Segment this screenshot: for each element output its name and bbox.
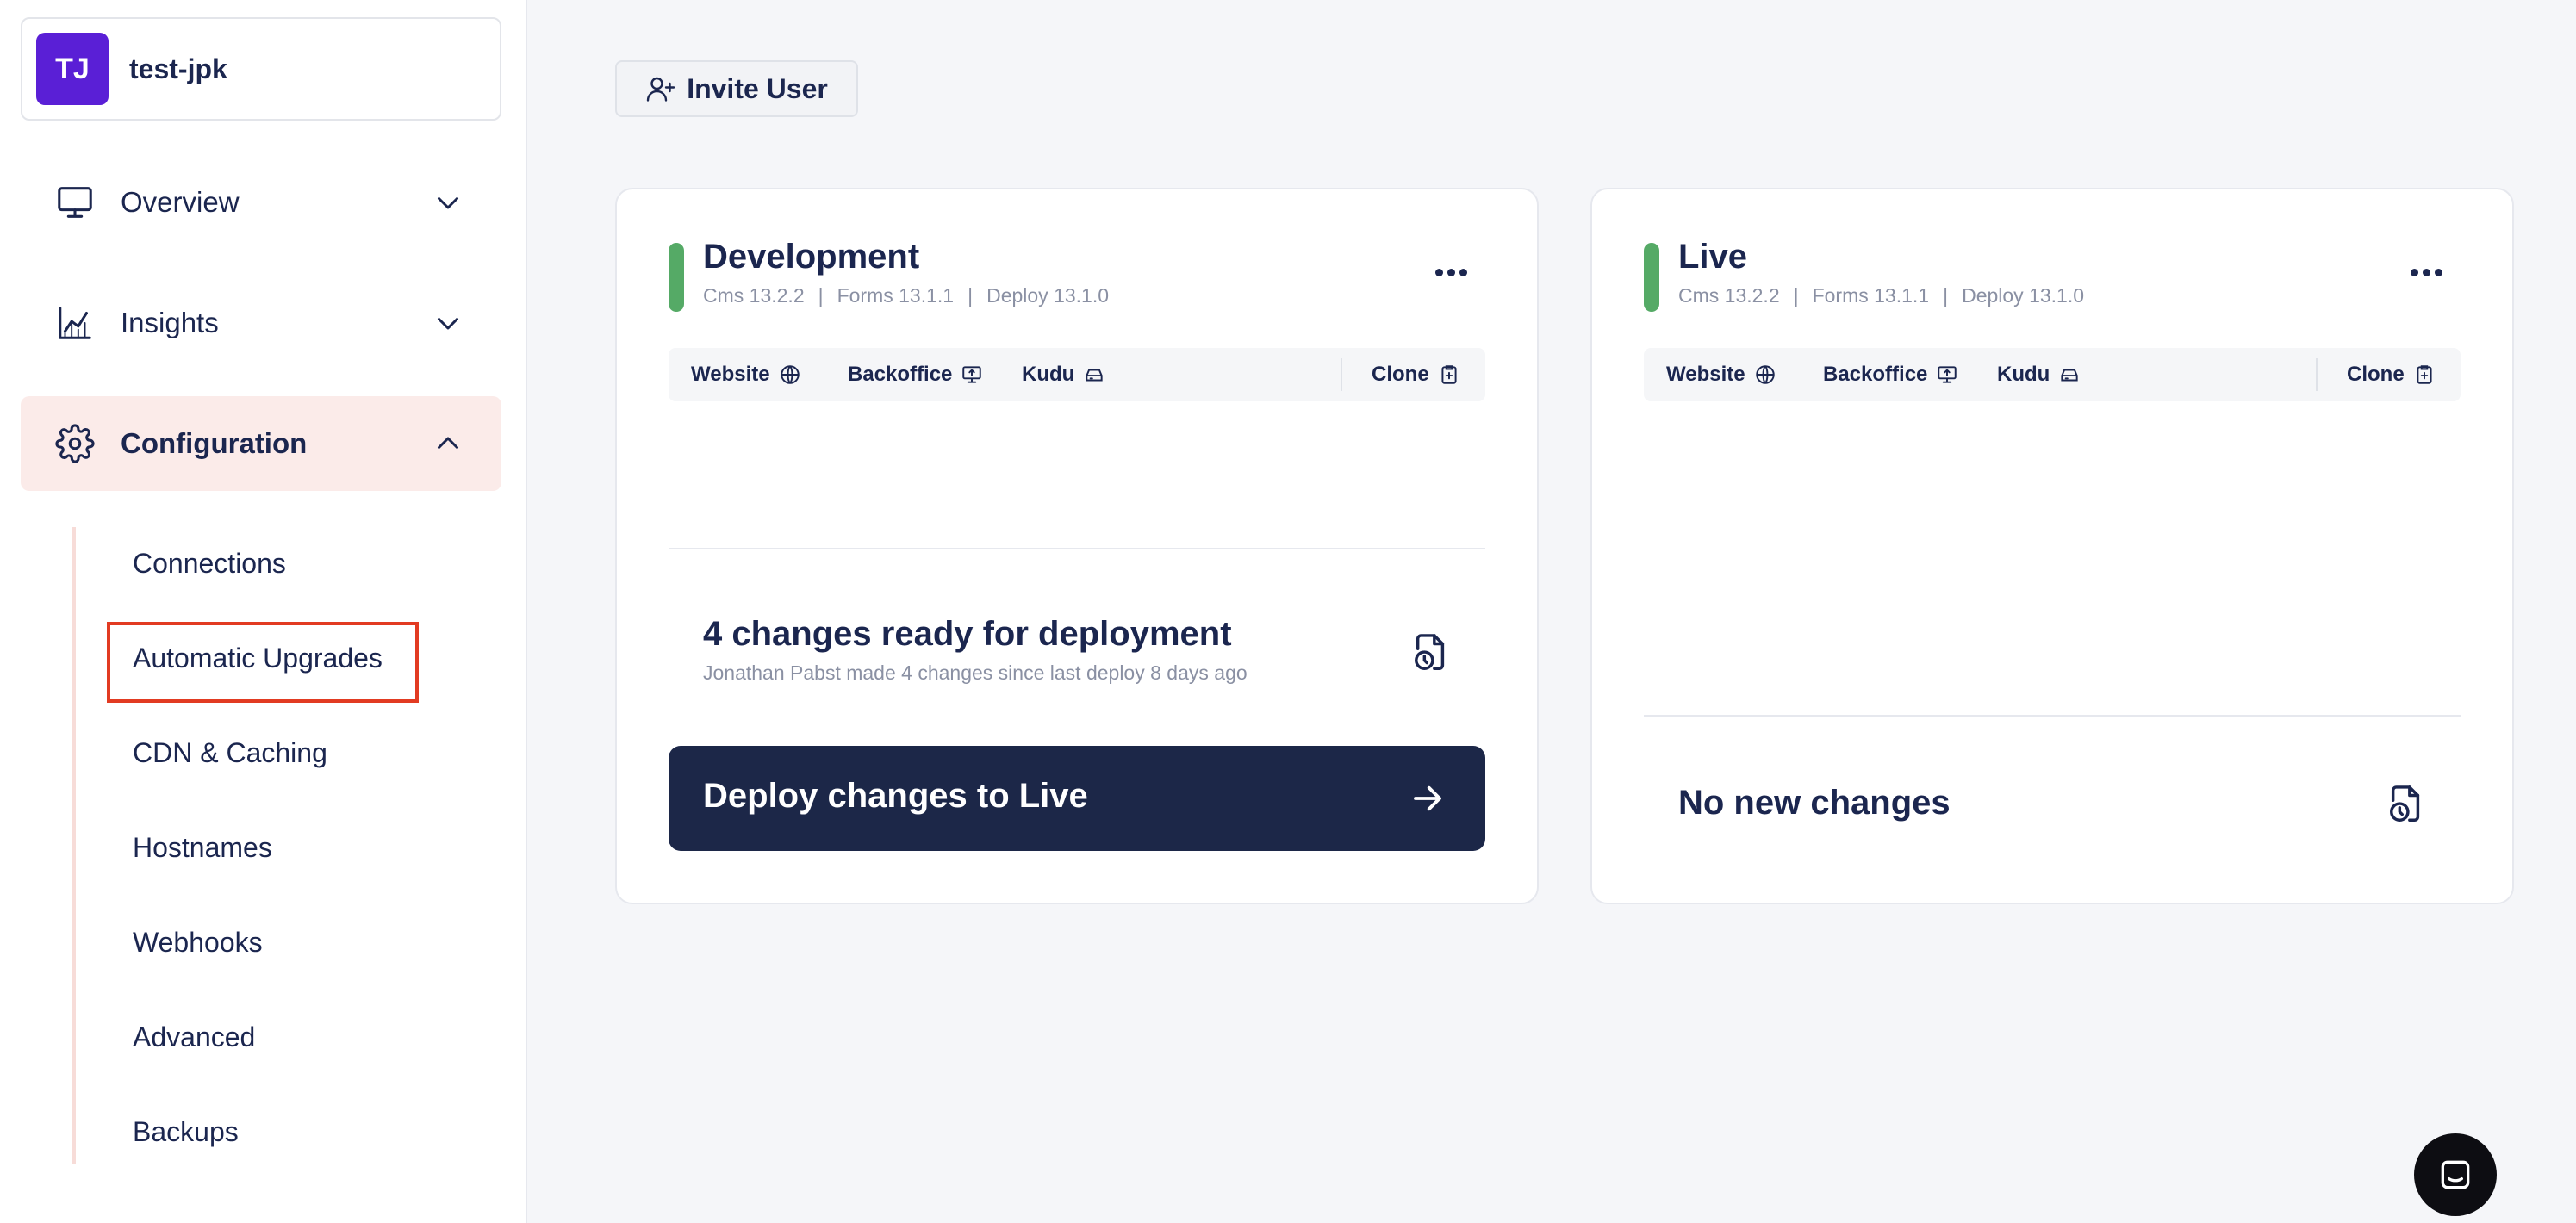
environment-card-development: Development Cms 13.2.2 | Forms 13.1.1 | Depl… xyxy=(615,188,1539,904)
chevron-down-icon[interactable] xyxy=(432,307,464,338)
nav-item-overview[interactable]: Overview xyxy=(21,155,501,250)
project-name: test-jpk xyxy=(129,53,227,84)
nav-item-configuration[interactable]: Configuration xyxy=(21,396,501,491)
chat-icon xyxy=(2441,1160,2470,1189)
website-link[interactable]: Website xyxy=(691,348,801,401)
version-forms: Forms 13.1.1 xyxy=(1812,284,1930,307)
kudu-link[interactable]: Kudu xyxy=(1022,348,1105,401)
globe-icon xyxy=(1755,365,1775,384)
deploy-changes-button[interactable]: Deploy changes to Live xyxy=(669,746,1485,851)
card-divider xyxy=(669,548,1485,549)
deploy-label: Deploy changes to Live xyxy=(703,777,1088,815)
monitor-icon xyxy=(58,187,92,218)
nav-label-configuration: Configuration xyxy=(121,427,308,459)
version-separator: | xyxy=(1793,284,1799,307)
environment-title: Live xyxy=(1678,238,1748,276)
changes-subtitle: Jonathan Pabst made 4 changes since last… xyxy=(703,661,1248,684)
clone-label: Clone xyxy=(1372,363,1429,386)
more-dot xyxy=(2435,269,2442,276)
more-options-button[interactable] xyxy=(1435,265,1478,291)
version-deploy: Deploy 13.1.0 xyxy=(1962,284,2085,307)
user-plus-icon xyxy=(646,77,675,102)
chevron-down-icon[interactable] xyxy=(432,187,464,218)
version-separator: | xyxy=(818,284,824,307)
clipboard-copy-icon xyxy=(1441,365,1457,384)
drive-icon xyxy=(1086,369,1103,382)
document-clock-icon[interactable] xyxy=(2386,784,2426,827)
more-dot xyxy=(1447,269,1455,276)
project-avatar: TJ xyxy=(36,33,109,105)
no-changes-text: No new changes xyxy=(1678,784,1951,822)
sidebar: TJ test-jpk Overview Insights Configurat… xyxy=(0,0,527,1223)
website-link[interactable]: Website xyxy=(1666,348,1776,401)
document-clock-icon[interactable] xyxy=(1411,632,1451,675)
environment-toolbar: Website Backoffice Kudu Clone xyxy=(1644,348,2461,401)
arrow-right-icon xyxy=(1414,785,1441,811)
more-dot xyxy=(2411,269,2418,276)
version-forms: Forms 13.1.1 xyxy=(837,284,955,307)
nav-label-overview: Overview xyxy=(121,186,240,218)
backoffice-link[interactable]: Backoffice xyxy=(1823,348,1958,401)
card-divider xyxy=(1644,715,2461,717)
kudu-link[interactable]: Kudu xyxy=(1997,348,2081,401)
environment-versions: Cms 13.2.2 | Forms 13.1.1 | Deploy 13.1.0 xyxy=(1678,284,2084,307)
backoffice-link[interactable]: Backoffice xyxy=(848,348,983,401)
clone-label: Clone xyxy=(2347,363,2405,386)
environment-versions: Cms 13.2.2 | Forms 13.1.1 | Deploy 13.1.0 xyxy=(703,284,1109,307)
monitor-upload-icon xyxy=(962,366,982,383)
drive-icon xyxy=(2061,369,2078,382)
more-options-button[interactable] xyxy=(2411,265,2454,291)
more-dot xyxy=(1459,269,1467,276)
clone-button[interactable]: Clone xyxy=(1372,348,1460,401)
kudu-label: Kudu xyxy=(1997,363,2050,386)
subnav-line xyxy=(72,527,76,1164)
more-dot xyxy=(1435,269,1443,276)
version-cms: Cms 13.2.2 xyxy=(703,284,805,307)
changes-title: 4 changes ready for deployment xyxy=(703,615,1232,653)
subnav-item-automatic-upgrades[interactable]: Automatic Upgrades xyxy=(133,632,383,684)
version-cms: Cms 13.2.2 xyxy=(1678,284,1780,307)
globe-icon xyxy=(780,365,800,384)
subnav-item-connections[interactable]: Connections xyxy=(133,537,286,589)
status-indicator xyxy=(669,243,684,312)
monitor-upload-icon xyxy=(1938,366,1957,383)
subnav-item-webhooks[interactable]: Webhooks xyxy=(133,916,263,968)
nav-item-insights[interactable]: Insights xyxy=(21,276,501,370)
toolbar-divider xyxy=(2316,358,2318,391)
version-separator: | xyxy=(1943,284,1949,307)
chart-icon xyxy=(59,307,91,339)
invite-user-label: Invite User xyxy=(687,72,828,104)
version-separator: | xyxy=(968,284,974,307)
subnav-item-backups[interactable]: Backups xyxy=(133,1106,239,1158)
subnav-item-hostnames[interactable]: Hostnames xyxy=(133,822,272,873)
more-dot xyxy=(2423,269,2430,276)
clipboard-copy-icon xyxy=(2417,365,2432,384)
nav-label-insights: Insights xyxy=(121,307,219,338)
invite-user-button[interactable]: Invite User xyxy=(615,60,858,117)
chevron-up-icon[interactable] xyxy=(432,428,464,459)
chat-launcher-button[interactable] xyxy=(2414,1133,2497,1216)
status-indicator xyxy=(1644,243,1659,312)
backoffice-label: Backoffice xyxy=(1823,363,1928,386)
website-label: Website xyxy=(1666,363,1745,386)
version-deploy: Deploy 13.1.0 xyxy=(986,284,1110,307)
subnav-item-cdn-caching[interactable]: CDN & Caching xyxy=(133,727,327,779)
environment-title: Development xyxy=(703,238,920,276)
backoffice-label: Backoffice xyxy=(848,363,953,386)
gear-icon xyxy=(55,424,95,463)
toolbar-divider xyxy=(1341,358,1342,391)
environment-toolbar: Website Backoffice Kudu Clone xyxy=(669,348,1485,401)
subnav-item-advanced[interactable]: Advanced xyxy=(133,1011,255,1063)
clone-button[interactable]: Clone xyxy=(2347,348,2436,401)
website-label: Website xyxy=(691,363,770,386)
project-selector[interactable]: TJ test-jpk xyxy=(21,17,501,121)
environment-card-live: Live Cms 13.2.2 | Forms 13.1.1 | Deploy 13.1… xyxy=(1590,188,2514,904)
kudu-label: Kudu xyxy=(1022,363,1075,386)
